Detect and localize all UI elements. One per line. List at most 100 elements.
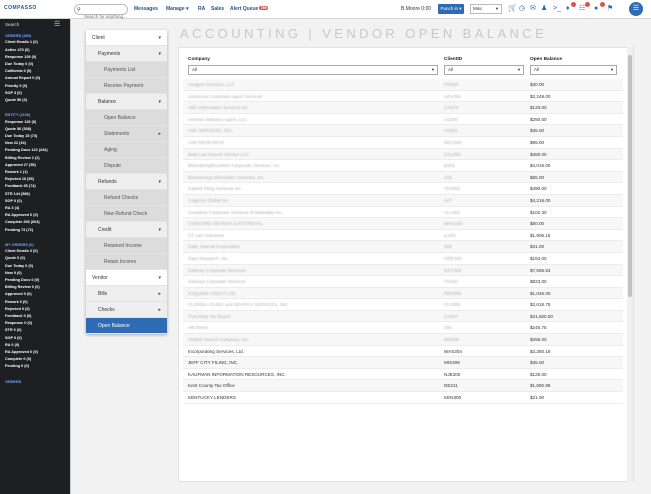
sidebar-search-label[interactable]: Search: [5, 22, 19, 27]
table-row[interactable]: Arizona Statutory Agent, LLC AZ200 $250.00: [183, 114, 623, 126]
table-row[interactable]: Complete Corporate Services of Nebraska …: [183, 207, 623, 219]
table-row[interactable]: Daily Journal Corporation 209 $31.00: [183, 241, 623, 253]
filter-clientid[interactable]: All ▼: [444, 65, 524, 75]
sidebar-item[interactable]: Quote 0 (0): [5, 256, 25, 260]
submenu-item[interactable]: Open Balance: [86, 318, 167, 334]
sidebar-item[interactable]: RA Approved 0 (0): [5, 350, 38, 354]
toggle-icon[interactable]: ●: [594, 4, 598, 14]
sidebar-item[interactable]: Active 470 (0): [5, 48, 29, 52]
search-box[interactable]: ⚲: [74, 4, 128, 21]
sidebar-item[interactable]: Rejected 0 (0): [5, 307, 30, 311]
sidebar-item[interactable]: Pending 0 (0): [5, 364, 29, 368]
sidebar-item[interactable]: Annual Report 0 (0): [5, 76, 40, 80]
sidebar-item[interactable]: Approved 0 (0): [5, 292, 32, 296]
nav-alert-queue[interactable]: Alert Queue 259: [230, 6, 269, 12]
table-row[interactable]: CONCORD SEARCH & RETRIEVAL WHA200 $80.00: [183, 218, 623, 230]
sidebar-item[interactable]: Due Today 0 (0): [5, 264, 33, 268]
table-row[interactable]: Amigent Services, LLC PR200 $30.00: [183, 79, 623, 91]
nav-manage[interactable]: Manage ▾: [166, 6, 189, 12]
hamburger-icon[interactable]: ☰: [54, 20, 60, 28]
submenu-item[interactable]: Payments ▾: [86, 46, 167, 62]
submenu-item[interactable]: Aging: [86, 142, 167, 158]
table-row[interactable]: Kent County Tax Office DE211 $1,680.96: [183, 380, 623, 393]
sidebar-item[interactable]: Rework 0 (0): [5, 300, 28, 304]
table-row[interactable]: JEFF CITY FILING, INC. MIS306 $35.00: [183, 357, 623, 369]
sidebar-item[interactable]: Complete 266 (603): [5, 220, 40, 224]
table-row[interactable]: ESQUIRE ASSIST LTD. PEN300 $1,046.00: [183, 287, 623, 300]
submenu-item[interactable]: Credit ▾: [86, 222, 167, 238]
table-row[interactable]: KENTUCKY LENDERS KEN300 $21.00: [183, 392, 623, 404]
sidebar-item[interactable]: Feedback 65 (74): [5, 184, 36, 188]
sidebar-item[interactable]: Client Emails 0 (0): [5, 249, 38, 253]
table-row[interactable]: HB Direct 200 $245.75: [183, 322, 623, 335]
sidebar-item[interactable]: RA 3 (4): [5, 206, 19, 210]
table-row[interactable]: CT Lien Solutions IL200 $1,905.15: [183, 230, 623, 242]
sidebar-item[interactable]: Pending 73 (72): [5, 228, 33, 232]
sidebar-item[interactable]: Rejected 16 (55): [5, 177, 34, 181]
sidebar-item[interactable]: Rework 1 (1): [5, 170, 28, 174]
table-row[interactable]: Boomerang Information Services, Inc. 249 $…: [183, 171, 623, 184]
terminal-icon[interactable]: >_: [553, 4, 561, 14]
sidebar-item[interactable]: Due Today 0 (0): [5, 62, 33, 66]
table-row[interactable]: KAUFMAN INFORMATION RESOURCES, INC. NJE30…: [183, 369, 623, 381]
sidebar-section-title[interactable]: ORDERS (689): [5, 34, 31, 38]
sidebar-item[interactable]: Due Today 15 (73): [5, 134, 37, 138]
sidebar-item[interactable]: Complete 0 (0): [5, 357, 31, 361]
sidebar-item[interactable]: RA 0 (0): [5, 343, 19, 347]
table-row[interactable]: Hubbel Search Company, Inc. MO300 $255.00: [183, 334, 623, 346]
submenu-item[interactable]: Client ▾: [86, 30, 167, 46]
submenu-item[interactable]: Refund Checks: [86, 190, 167, 206]
sidebar-item[interactable]: RA Approved 0 (0): [5, 213, 38, 217]
table-row[interactable]: FLORIDA FILING and SEARCH SERVICES, INC.…: [183, 299, 623, 311]
sidebar-item[interactable]: Billing Review 2 (2): [5, 156, 40, 160]
misc-select[interactable]: Misc ▼: [470, 4, 502, 14]
sidebar-item[interactable]: New 22 (34): [5, 141, 26, 145]
sidebar-item[interactable]: Response 0 (0): [5, 321, 32, 325]
submenu-item[interactable]: Payments List: [86, 62, 167, 78]
table-row[interactable]: Franchise Tax Board CA047 $31,600.00: [183, 310, 623, 323]
sidebar-section-title[interactable]: ENTITY (1106): [5, 113, 30, 117]
submenu-item[interactable]: Checks ▸: [86, 302, 167, 318]
table-row[interactable]: Bloomberg/Excelsior Corporate Services, …: [183, 160, 623, 172]
sidebar-item[interactable]: Priority 0 (0): [5, 84, 27, 88]
cart-icon[interactable]: 🛒: [508, 4, 517, 14]
sidebar-item[interactable]: Approved 27 (55): [5, 163, 36, 167]
table-row[interactable]: Best Law Search Service LLC CAL300 $380.00: [183, 148, 623, 161]
column-header-open-balance[interactable]: Open Balance: [530, 57, 562, 62]
chat-icon[interactable]: ✉: [530, 4, 536, 14]
sidebar-item[interactable]: Client Emails 1 (0): [5, 40, 38, 44]
table-row[interactable]: Delaney Corporate Services TX200 $823.00: [183, 276, 623, 288]
sidebar-item[interactable]: California 0 (0): [5, 69, 31, 73]
sidebar-section-title[interactable]: MY ORDERS (0): [5, 243, 34, 247]
table-row[interactable]: Cogency Global Inc. 247 $4,216.00: [183, 194, 623, 207]
users-icon[interactable]: ♟: [541, 4, 547, 14]
nav-ra[interactable]: RA: [198, 6, 205, 12]
sidebar-item[interactable]: SOP 0 (0): [5, 336, 22, 340]
submenu-item[interactable]: Open Balance: [86, 110, 167, 126]
sidebar-item[interactable]: SOP 3 (0): [5, 91, 22, 95]
table-row[interactable]: ASK RESEARCH DEC200 $95.00: [183, 137, 623, 149]
clock-icon[interactable]: ◷: [519, 4, 525, 14]
app-logo[interactable]: COMPASSO: [4, 5, 37, 11]
sidebar-item[interactable]: Pending Docs 122 (244): [5, 148, 48, 152]
sidebar-item[interactable]: STR 0 (0): [5, 328, 21, 332]
sidebar-item[interactable]: Response 129 (0): [5, 120, 36, 124]
submenu-item[interactable]: Vendor ▾: [86, 270, 167, 286]
sidebar-item[interactable]: Quote 56 (538): [5, 127, 31, 131]
table-row[interactable]: Delaney Corporate Services NYC300 $7,556.5…: [183, 264, 623, 277]
submenu-item[interactable]: Balance ▾: [86, 94, 167, 110]
column-header-company[interactable]: Company: [188, 57, 210, 62]
submenu-item[interactable]: Retained Income: [86, 238, 167, 254]
sidebar-item[interactable]: Quote 56 (0): [5, 98, 27, 102]
submenu-item[interactable]: Statements ▸: [86, 126, 167, 142]
table-row[interactable]: Incorporating Services, Ltd. WAS304 $3,380…: [183, 346, 623, 358]
nav-sales[interactable]: Sales: [211, 6, 224, 12]
table-row[interactable]: Capital Filing Services Inc. TEN001 $490.0…: [183, 183, 623, 195]
bell-icon[interactable]: ♦: [566, 4, 570, 14]
submenu-item[interactable]: Dispute: [86, 158, 167, 174]
submenu-item[interactable]: Refunds ▾: [86, 174, 167, 190]
submenu-item[interactable]: New Refund Check: [86, 206, 167, 222]
filter-company[interactable]: All ▼: [188, 65, 438, 75]
punch-in-button[interactable]: Punch in ▾: [438, 4, 464, 14]
table-row[interactable]: ASK SERVICES, INC. AS201 $35.00: [183, 125, 623, 137]
